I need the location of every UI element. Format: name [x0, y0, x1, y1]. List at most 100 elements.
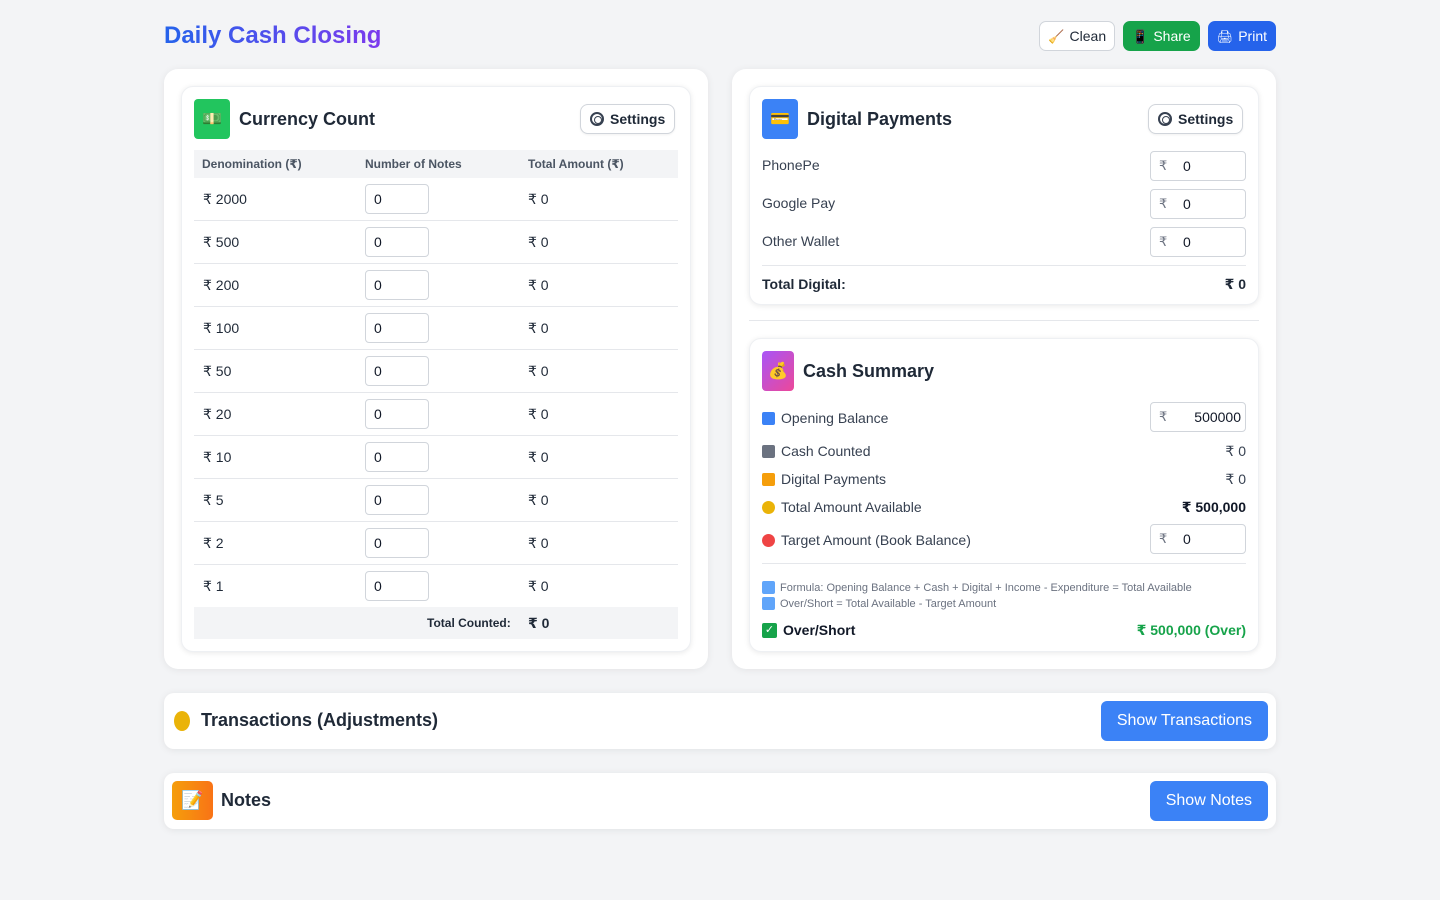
table-row: ₹ 2000 ₹ 0 [194, 178, 678, 221]
over-short-label: Over/Short [783, 622, 856, 638]
denomination-cell: ₹ 100 [203, 320, 240, 336]
row-amount-cell: ₹ 0 [528, 191, 549, 207]
notes-count-input[interactable] [365, 227, 429, 257]
top-toolbar: 🧹 Clean 📱 Share 🖨 Print [1039, 21, 1276, 51]
notes-title: Notes [221, 790, 272, 810]
row-amount-cell: ₹ 0 [528, 234, 549, 250]
cash-counted-label: Cash Counted [781, 443, 871, 459]
over-short-row: ✓ Over/Short ₹ 500,000 (Over) [762, 620, 1246, 640]
target-amount-input[interactable] [1175, 529, 1241, 549]
share-button-label: Share [1153, 28, 1191, 44]
print-button[interactable]: 🖨 Print [1207, 21, 1276, 51]
notes-count-input[interactable] [365, 356, 429, 386]
rupee-symbol: ₹ [1159, 234, 1168, 249]
total-digital-value: ₹ 0 [1224, 276, 1246, 292]
opening-balance-label: Opening Balance [781, 410, 889, 426]
show-transactions-button[interactable]: Show Transactions [1100, 701, 1268, 741]
opening-balance-field[interactable]: ₹ [1150, 402, 1246, 432]
rupee-symbol: ₹ [1159, 196, 1168, 211]
memo-icon: 📝 [172, 781, 213, 820]
table-row: ₹ 20 ₹ 0 [194, 393, 678, 436]
currency-table-header: Denomination (₹) Number of Notes Total A… [194, 150, 678, 178]
clean-button-label: Clean [1069, 28, 1107, 44]
right-panel: 💳 Digital Payments Settings PhonePe₹Goog… [732, 69, 1276, 669]
divider [762, 563, 1246, 564]
bank-icon [762, 411, 775, 425]
digital-payment-field[interactable]: ₹ [1150, 189, 1246, 219]
currency-settings-button[interactable]: Settings [580, 104, 676, 134]
denomination-cell: ₹ 2000 [203, 191, 247, 207]
notes-count-input[interactable] [365, 485, 429, 515]
currency-count-card: 💵 Currency Count Settings Denomination (… [181, 86, 691, 652]
table-row: ₹ 500 ₹ 0 [194, 221, 678, 264]
currency-count-title: Currency Count [239, 109, 376, 129]
printer-icon: 🖨 [1216, 28, 1234, 44]
digital-payment-input[interactable] [1175, 194, 1241, 214]
header-total: Total Amount (₹) [528, 157, 624, 171]
credit-card-icon [762, 472, 775, 486]
rupee-symbol: ₹ [1159, 531, 1168, 546]
table-row: ₹ 2 ₹ 0 [194, 522, 678, 565]
clean-button[interactable]: 🧹 Clean [1039, 21, 1116, 51]
cash-counted-row: Cash Counted ₹ 0 [762, 441, 1246, 461]
notes-count-input[interactable] [365, 528, 429, 558]
opening-balance-input[interactable] [1175, 407, 1241, 427]
digital-payments-label: Digital Payments [781, 471, 887, 487]
notes-count-input[interactable] [365, 184, 429, 214]
total-counted-value: ₹ 0 [528, 615, 550, 631]
denomination-cell: ₹ 50 [203, 363, 232, 379]
total-available-label: Total Amount Available [781, 499, 922, 515]
money-bag-icon [762, 500, 775, 514]
digital-payment-field[interactable]: ₹ [1150, 227, 1246, 257]
target-amount-field[interactable]: ₹ [1150, 524, 1246, 554]
cash-counted-value: ₹ 0 [1225, 443, 1246, 459]
formula-line-2: Over/Short = Total Available - Target Am… [762, 597, 996, 610]
digital-payment-field[interactable]: ₹ [1150, 151, 1246, 181]
total-digital-label: Total Digital: [762, 276, 846, 292]
broom-icon: 🧹 [1048, 28, 1065, 44]
table-row: ₹ 1 ₹ 0 [194, 565, 678, 608]
row-amount-cell: ₹ 0 [528, 578, 549, 594]
rupee-symbol: ₹ [1159, 158, 1168, 173]
notes-section: 📝 Notes Show Notes [164, 773, 1276, 829]
total-available-row: Total Amount Available ₹ 500,000 [762, 497, 1246, 517]
settings-label: Settings [610, 111, 666, 127]
cash-summary-card: 💰 Cash Summary Opening Balance ₹ Cash Co… [749, 338, 1259, 652]
notes-count-input[interactable] [365, 571, 429, 601]
row-amount-cell: ₹ 0 [528, 277, 549, 293]
show-notes-button[interactable]: Show Notes [1149, 781, 1268, 821]
rupee-symbol: ₹ [1159, 409, 1168, 424]
denomination-cell: ₹ 10 [203, 449, 232, 465]
digital-payments-row: Digital Payments ₹ 0 [762, 469, 1246, 489]
over-short-value: ₹ 500,000 (Over) [1136, 622, 1246, 638]
gear-icon [1158, 112, 1172, 126]
digital-payments-value: ₹ 0 [1225, 471, 1246, 487]
notes-count-input[interactable] [365, 270, 429, 300]
denomination-cell: ₹ 500 [203, 234, 240, 250]
row-amount-cell: ₹ 0 [528, 406, 549, 422]
total-counted-label: Total Counted: [427, 616, 511, 630]
notes-count-input[interactable] [365, 442, 429, 472]
denomination-cell: ₹ 20 [203, 406, 232, 422]
target-icon [762, 533, 775, 547]
phone-icon: 📱 [1132, 28, 1149, 44]
digital-payment-input[interactable] [1175, 156, 1241, 176]
denomination-cell: ₹ 5 [203, 492, 224, 508]
formula-text-2: Over/Short = Total Available - Target Am… [780, 597, 997, 610]
money-bag-icon [174, 711, 190, 731]
money-icon: 💵 [194, 99, 230, 139]
digital-settings-button[interactable]: Settings [1148, 104, 1244, 134]
cash-summary-title: Cash Summary [803, 361, 935, 381]
notes-count-input[interactable] [365, 313, 429, 343]
total-available-value: ₹ 500,000 [1181, 499, 1246, 515]
left-panel: 💵 Currency Count Settings Denomination (… [164, 69, 708, 669]
denomination-cell: ₹ 200 [203, 277, 240, 293]
share-button[interactable]: 📱 Share [1123, 21, 1200, 51]
currency-total-row: Total Counted: ₹ 0 [194, 607, 678, 639]
row-amount-cell: ₹ 0 [528, 320, 549, 336]
transactions-section: Transactions (Adjustments) Show Transact… [164, 693, 1276, 749]
divider [762, 265, 1246, 266]
chart-icon [762, 597, 775, 610]
digital-payment-input[interactable] [1175, 232, 1241, 252]
notes-count-input[interactable] [365, 399, 429, 429]
